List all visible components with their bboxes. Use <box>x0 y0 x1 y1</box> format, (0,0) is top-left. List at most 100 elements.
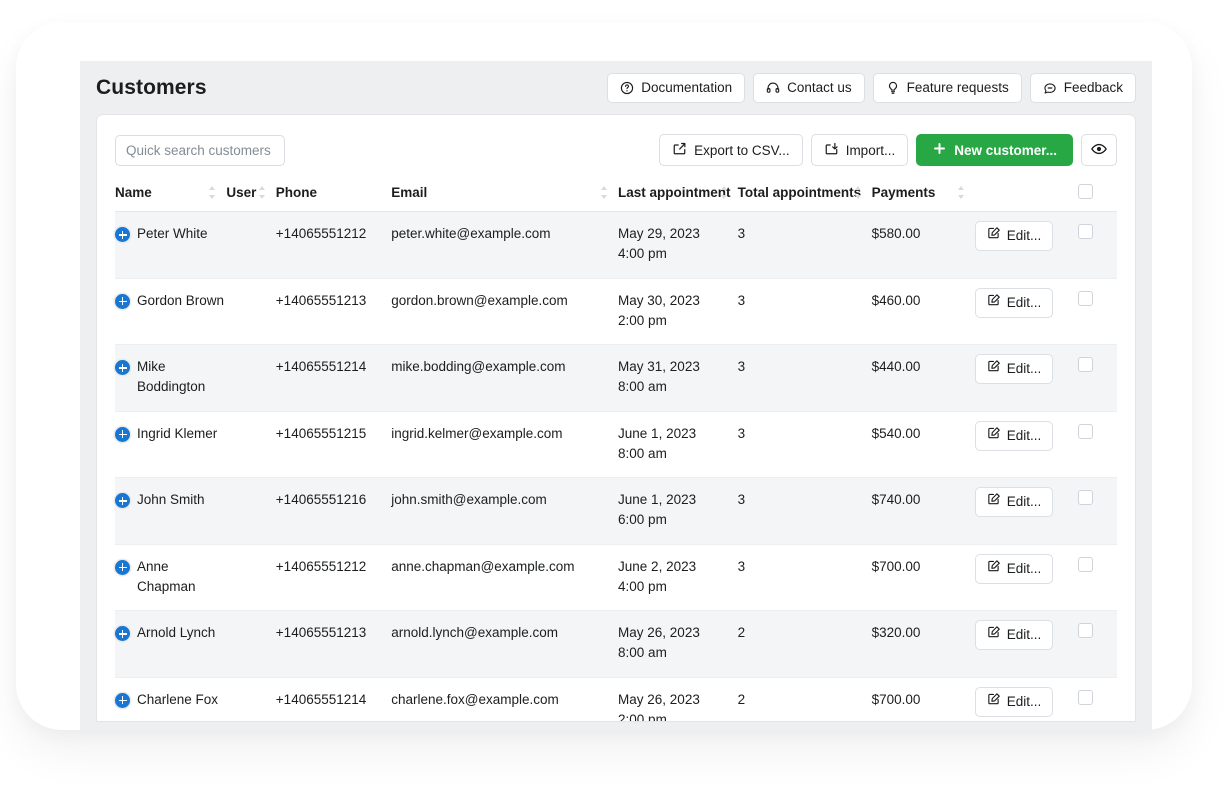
row-checkbox[interactable] <box>1077 357 1093 373</box>
table-row[interactable]: Mike Boddington +14065551214 mike.bodding@… <box>115 344 1117 412</box>
expand-row-icon[interactable] <box>115 426 130 442</box>
row-checkbox[interactable] <box>1077 423 1093 439</box>
last-appointment-time: 8:00 am <box>618 445 667 461</box>
row-checkbox[interactable] <box>1077 290 1093 306</box>
total-appointments: 3 <box>737 425 746 441</box>
last-appointment-time: 2:00 pm <box>618 711 667 722</box>
edit-button[interactable]: Edit... <box>974 620 1054 651</box>
column-label-email: Email <box>391 185 428 200</box>
row-checkbox[interactable] <box>1077 623 1093 639</box>
row-checkbox[interactable] <box>1077 490 1093 506</box>
contact-us-button[interactable]: Contact us <box>753 72 865 103</box>
expand-row-icon[interactable] <box>115 227 130 243</box>
edit-button[interactable]: Edit... <box>974 686 1054 717</box>
cell-select <box>1077 278 1117 346</box>
cell-total-appointments: 2 <box>737 610 872 678</box>
cell-phone: +14065551214 <box>275 344 392 412</box>
table-row[interactable]: Anne Chapman +14065551212 anne.chapman@exa… <box>115 544 1117 612</box>
column-header-total-appointments[interactable]: Total appointments <box>737 183 872 213</box>
total-appointments: 3 <box>737 292 746 308</box>
export-to-csv-button[interactable]: Export to CSV... <box>659 134 803 166</box>
edit-pencil-icon <box>987 492 1001 512</box>
row-checkbox[interactable] <box>1077 224 1093 240</box>
toggle-columns-button[interactable] <box>1081 134 1117 166</box>
column-header-name[interactable]: Name <box>115 183 227 213</box>
column-header-payments[interactable]: Payments <box>871 183 975 213</box>
cell-phone: +14065551212 <box>275 211 392 279</box>
column-label-payments: Payments <box>871 185 936 200</box>
column-header-actions <box>974 183 1078 213</box>
row-checkbox[interactable] <box>1077 556 1093 572</box>
edit-button[interactable]: Edit... <box>974 221 1054 252</box>
edit-button[interactable]: Edit... <box>974 553 1054 584</box>
sort-toggle-payments[interactable] <box>957 186 965 200</box>
table-row[interactable]: Arnold Lynch +14065551213 arnold.lynch@exa… <box>115 610 1117 678</box>
table-row[interactable]: Charlene Fox +14065551214 charlene.fox@exa… <box>115 677 1117 722</box>
edit-button[interactable]: Edit... <box>974 354 1054 385</box>
cell-payments: $580.00 <box>871 211 975 279</box>
cell-user <box>226 411 276 479</box>
cell-last-appointment: June 1, 2023 8:00 am <box>618 411 738 479</box>
customer-payments: $740.00 <box>871 492 921 508</box>
select-all-checkbox[interactable] <box>1077 184 1093 199</box>
edit-label: Edit... <box>1006 627 1042 643</box>
feature-requests-button[interactable]: Feature requests <box>872 72 1022 103</box>
feedback-button[interactable]: Feedback <box>1029 72 1136 103</box>
expand-row-icon[interactable] <box>115 692 130 708</box>
column-label-phone: Phone <box>275 185 318 200</box>
last-appointment-time: 4:00 pm <box>618 246 667 262</box>
table-row[interactable]: Gordon Brown +14065551213 gordon.brown@exa… <box>115 278 1117 346</box>
cell-payments: $460.00 <box>871 278 975 346</box>
sort-toggle-last-appointment[interactable] <box>720 186 728 200</box>
sort-toggle-total-appointments[interactable] <box>854 186 862 200</box>
cell-user <box>226 610 276 678</box>
column-header-email[interactable]: Email <box>391 183 619 213</box>
sort-toggle-user[interactable] <box>258 186 266 200</box>
cell-payments: $440.00 <box>871 344 975 412</box>
customer-phone: +14065551215 <box>275 425 367 441</box>
new-customer-button[interactable]: New customer... <box>916 134 1073 166</box>
cell-payments: $700.00 <box>871 677 975 721</box>
sort-toggle-email[interactable] <box>601 186 608 200</box>
column-header-last-appointment[interactable]: Last appointment <box>618 183 738 213</box>
cell-email: mike.bodding@example.com <box>391 344 619 412</box>
table-row[interactable]: Ingrid Klemer +14065551215 ingrid.kelmer@e… <box>115 411 1117 479</box>
expand-row-icon[interactable] <box>115 360 130 376</box>
total-appointments: 3 <box>737 359 746 375</box>
page-header: Customers Documentation Contact us Featu… <box>80 61 1152 114</box>
cell-total-appointments: 3 <box>737 477 872 545</box>
expand-row-icon[interactable] <box>115 626 130 642</box>
total-appointments: 3 <box>737 492 746 508</box>
cell-last-appointment: May 31, 2023 8:00 am <box>618 344 738 412</box>
expand-row-icon[interactable] <box>115 293 130 309</box>
row-checkbox[interactable] <box>1077 689 1093 705</box>
column-header-phone[interactable]: Phone <box>275 183 392 213</box>
customer-phone: +14065551213 <box>275 625 367 641</box>
content-panel: Export to CSV... Import... <box>96 114 1136 722</box>
cell-user <box>226 211 276 279</box>
customer-email: john.smith@example.com <box>391 492 547 508</box>
customer-name: Anne Chapman <box>137 558 196 594</box>
edit-button[interactable]: Edit... <box>974 420 1054 451</box>
table-row[interactable]: John Smith +14065551216 john.smith@example… <box>115 477 1117 545</box>
column-header-user[interactable]: User <box>226 183 276 213</box>
import-button[interactable]: Import... <box>810 134 909 166</box>
cell-user <box>226 344 276 412</box>
cell-payments: $740.00 <box>871 477 975 545</box>
customer-phone: +14065551214 <box>275 359 367 375</box>
expand-row-icon[interactable] <box>115 493 130 509</box>
last-appointment-date: May 30, 2023 <box>618 292 700 308</box>
table-row[interactable]: Peter White +14065551212 peter.white@examp… <box>115 211 1117 279</box>
search-input[interactable] <box>115 134 285 166</box>
cell-actions: Edit... <box>974 544 1078 612</box>
edit-button[interactable]: Edit... <box>974 487 1054 518</box>
cell-last-appointment: May 29, 2023 4:00 pm <box>618 211 738 279</box>
edit-button[interactable]: Edit... <box>974 287 1054 318</box>
cell-total-appointments: 3 <box>737 278 872 346</box>
sort-toggle-name[interactable] <box>209 186 216 200</box>
documentation-button[interactable]: Documentation <box>607 72 746 103</box>
expand-row-icon[interactable] <box>115 559 130 575</box>
customer-name: Peter White <box>137 226 208 242</box>
export-to-csv-label: Export to CSV... <box>694 142 790 158</box>
last-appointment-date: June 2, 2023 <box>618 558 697 574</box>
